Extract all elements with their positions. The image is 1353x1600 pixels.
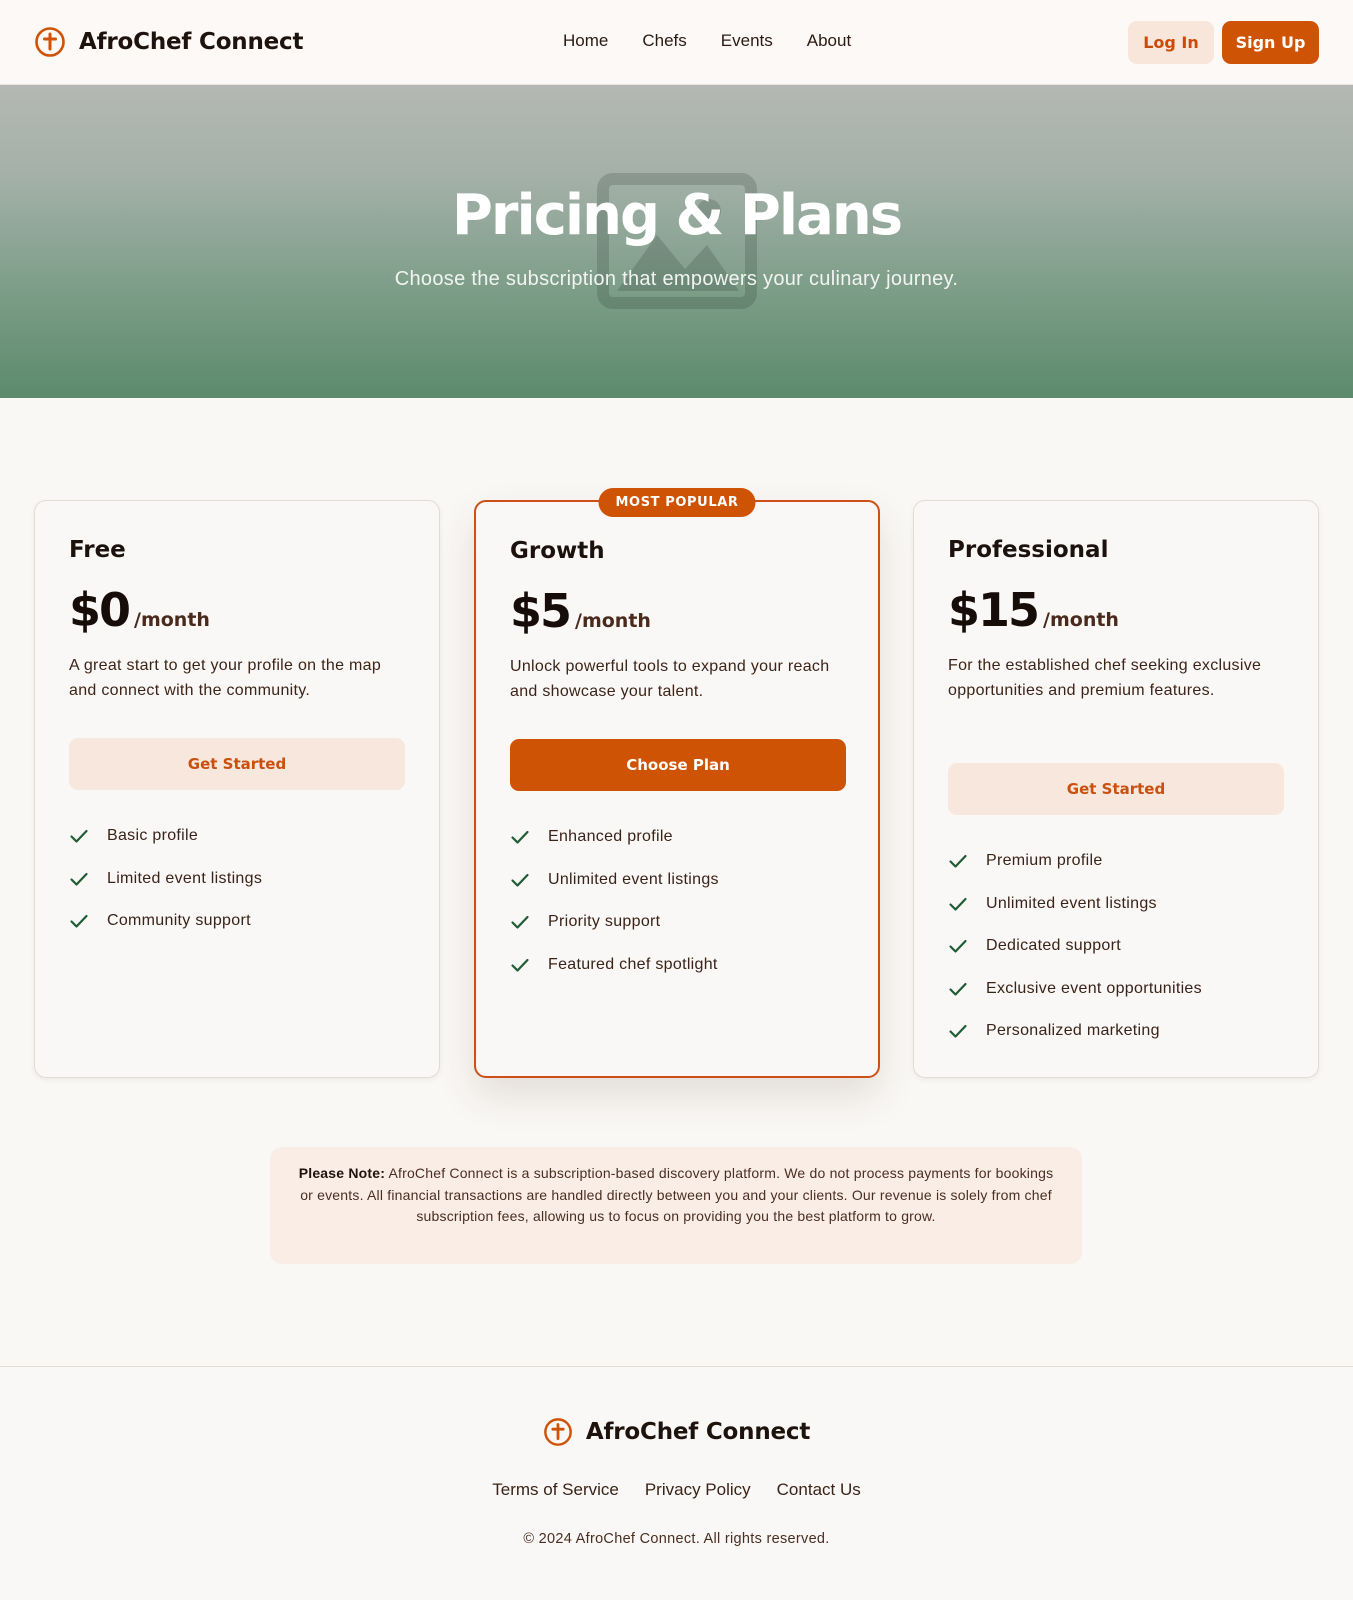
plan-period: /month <box>575 610 651 632</box>
feature-label: Enhanced profile <box>548 828 673 846</box>
plan-card-growth: MOST POPULAR Growth $5 /month Unlock pow… <box>474 488 880 1078</box>
check-icon <box>511 873 529 887</box>
site-header: AfroChef Connect Home Chefs Events About… <box>0 0 1353 85</box>
chef-logo-icon <box>35 27 65 57</box>
terms-link[interactable]: Terms of Service <box>492 1480 619 1500</box>
check-icon <box>511 831 529 844</box>
get-started-button[interactable]: Get Started <box>948 763 1284 815</box>
check-icon <box>511 958 529 972</box>
main-nav: Home Chefs Events About <box>563 31 851 51</box>
feature-item: Enhanced profile <box>510 816 719 859</box>
check-icon <box>949 855 967 868</box>
page-subtitle: Choose the subscription that empowers yo… <box>394 268 959 290</box>
price-row: $0 /month <box>69 583 210 637</box>
feature-item: Personalized marketing <box>948 1010 1202 1053</box>
feature-label: Unlimited event listings <box>548 870 719 888</box>
price-row: $5 /month <box>510 584 651 638</box>
feature-list: Basic profile Limited event listings Com… <box>69 815 262 943</box>
check-icon <box>70 915 88 928</box>
check-icon <box>949 982 967 996</box>
feature-item: Basic profile <box>69 815 262 858</box>
price-row: $15 /month <box>948 583 1119 637</box>
check-icon <box>949 897 967 911</box>
site-footer: AfroChef Connect Terms of Service Privac… <box>0 1366 1353 1600</box>
feature-label: Limited event listings <box>107 869 263 887</box>
copyright-text: © 2024 AfroChef Connect. All rights rese… <box>523 1531 830 1547</box>
feature-item: Unlimited event listings <box>948 883 1202 926</box>
feature-label: Unlimited event listings <box>986 894 1157 912</box>
privacy-link[interactable]: Privacy Policy <box>645 1480 751 1500</box>
check-icon <box>70 872 88 886</box>
feature-item: Dedicated support <box>948 925 1202 968</box>
plan-name: Growth <box>510 538 605 564</box>
nav-events[interactable]: Events <box>721 31 773 51</box>
plan-description: A great start to get your profile on the… <box>69 657 382 699</box>
feature-item: Featured chef spotlight <box>510 944 719 987</box>
feature-label: Personalized marketing <box>986 1022 1160 1040</box>
feature-list: Premium profile Unlimited event listings… <box>948 840 1202 1053</box>
choose-plan-button[interactable]: Choose Plan <box>510 739 846 791</box>
feature-item: Priority support <box>510 901 719 944</box>
signup-button[interactable]: Sign Up <box>1222 21 1319 64</box>
plan-description: Unlock powerful tools to expand your rea… <box>510 658 830 700</box>
feature-label: Community support <box>107 912 251 930</box>
feature-item: Community support <box>69 900 262 943</box>
plan-price: $0 <box>69 583 131 637</box>
plan-period: /month <box>134 609 210 631</box>
brand-link[interactable]: AfroChef Connect <box>34 26 303 58</box>
note-text: AfroChef Connect is a subscription-based… <box>300 1165 1054 1224</box>
feature-label: Premium profile <box>986 852 1103 870</box>
footer-brand[interactable]: AfroChef Connect <box>0 1417 1353 1447</box>
feature-item: Exclusive event opportunities <box>948 968 1202 1011</box>
hero-banner: Pricing & Plans Choose the subscription … <box>0 85 1353 398</box>
most-popular-badge: MOST POPULAR <box>598 488 756 517</box>
plan-price: $15 <box>948 583 1040 637</box>
feature-list: Enhanced profile Unlimited event listing… <box>510 816 719 986</box>
footer-links: Terms of Service Privacy Policy Contact … <box>0 1480 1353 1500</box>
plan-period: /month <box>1043 609 1119 631</box>
chef-logo-icon <box>543 1418 572 1446</box>
note-label: Please Note: <box>298 1165 386 1181</box>
plan-card-free: Free $0 /month A great start to get your… <box>34 500 440 1078</box>
feature-item: Unlimited event listings <box>510 859 719 902</box>
brand-name: AfroChef Connect <box>79 29 304 55</box>
nav-home[interactable]: Home <box>563 31 608 51</box>
feature-label: Priority support <box>548 913 661 931</box>
nav-about[interactable]: About <box>807 31 851 51</box>
feature-item: Premium profile <box>948 840 1202 883</box>
plan-price: $5 <box>510 584 572 638</box>
plan-name: Free <box>69 537 126 563</box>
get-started-button[interactable]: Get Started <box>69 738 405 790</box>
feature-label: Exclusive event opportunities <box>986 979 1202 997</box>
plan-description: For the established chef seeking exclusi… <box>948 657 1262 699</box>
check-icon <box>949 940 967 953</box>
contact-link[interactable]: Contact Us <box>777 1480 861 1500</box>
login-button[interactable]: Log In <box>1128 21 1214 64</box>
feature-label: Dedicated support <box>986 937 1121 955</box>
check-icon <box>949 1025 967 1038</box>
footer-brand-name: AfroChef Connect <box>585 1419 811 1445</box>
payment-note: Please Note: AfroChef Connect is a subsc… <box>270 1147 1082 1264</box>
page-title: Pricing & Plans <box>451 183 903 248</box>
check-icon <box>511 916 529 929</box>
plan-name: Professional <box>948 537 1109 563</box>
feature-label: Basic profile <box>107 827 199 845</box>
feature-item: Limited event listings <box>69 858 262 901</box>
check-icon <box>70 830 88 843</box>
feature-label: Featured chef spotlight <box>548 955 718 973</box>
nav-chefs[interactable]: Chefs <box>642 31 686 51</box>
plan-card-professional: Professional $15 /month For the establis… <box>913 500 1319 1078</box>
